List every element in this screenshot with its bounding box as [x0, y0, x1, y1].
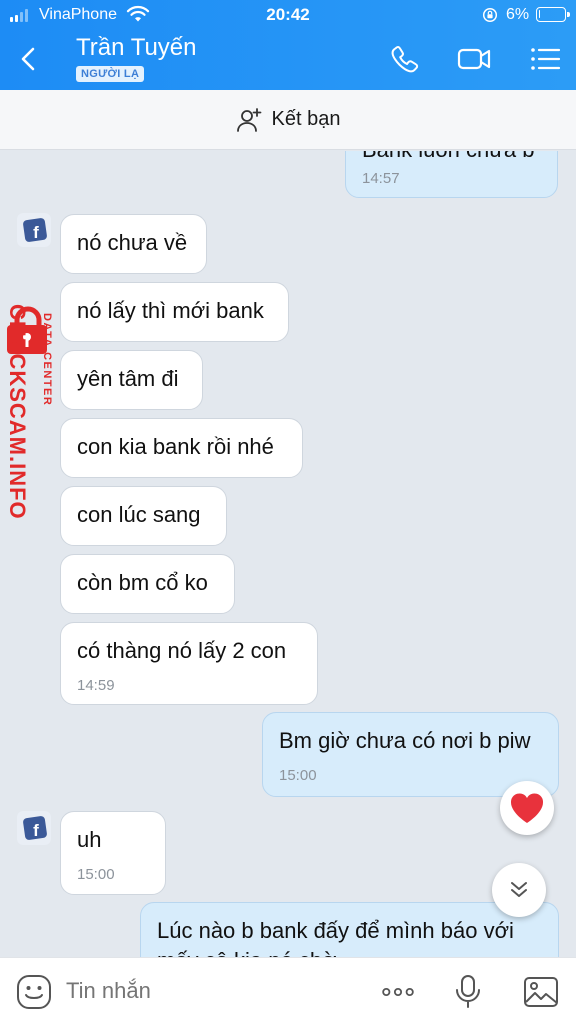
more-dots-icon[interactable] [380, 974, 416, 1010]
message-text: Lúc nào b bank đấy để mình báo với [157, 918, 514, 943]
add-friend-button[interactable]: Kết bạn [0, 90, 576, 150]
rotation-lock-icon [482, 7, 498, 23]
message-text-line-2: mấy cô kia nó chờ [157, 948, 337, 957]
message-time: 15:00 [77, 866, 115, 883]
phone-icon[interactable] [388, 42, 424, 76]
message-bubble-incoming[interactable]: nó chưa về [60, 214, 207, 274]
message-text: Bank luôn chưa b [362, 151, 535, 163]
stranger-badge: NGƯỜI LẠ [76, 66, 145, 82]
message-text: nó lấy thì mới bank [77, 298, 264, 323]
watermark-subtitle: DATA CENTER [41, 313, 53, 407]
watermark: CHECKSCAM.INFO DATA CENTER [2, 304, 62, 596]
image-icon[interactable] [523, 974, 559, 1010]
message-bubble-incoming[interactable]: nó lấy thì mới bank [60, 282, 289, 342]
svg-text:f: f [33, 223, 39, 242]
svg-text:f: f [33, 821, 39, 840]
message-text: yên tâm đi [77, 366, 179, 391]
heart-icon [510, 793, 544, 823]
contact-avatar[interactable]: f [17, 213, 51, 247]
message-bubble-incoming[interactable]: uh 15:00 [60, 811, 166, 895]
message-bubble-incoming[interactable]: còn bm cổ ko [60, 554, 235, 614]
message-bubble-incoming[interactable]: con kia bank rồi nhé [60, 418, 303, 478]
message-bubble-outgoing[interactable]: Lúc nào b bank đấy để mình báo với mấy c… [140, 902, 559, 957]
message-bubble-outgoing[interactable]: Bank luôn chưa b 14:57 [345, 151, 558, 198]
message-time: 14:57 [362, 170, 400, 187]
react-button[interactable] [500, 781, 554, 835]
chat-area[interactable]: Bank luôn chưa b 14:57 f nó chưa về nó l… [0, 151, 576, 957]
microphone-icon[interactable] [450, 974, 486, 1010]
message-text: còn bm cổ ko [77, 570, 208, 595]
message-text: nó chưa về [77, 230, 188, 255]
message-bubble-incoming[interactable]: có thàng nó lấy 2 con 14:59 [60, 622, 318, 705]
add-friend-label: Kết bạn [271, 108, 341, 130]
message-text: Bm giờ chưa có nơi b piw [279, 728, 531, 753]
message-bubble-incoming[interactable]: yên tâm đi [60, 350, 203, 410]
message-input-bar [0, 957, 576, 1024]
message-time: 15:00 [279, 767, 317, 784]
scroll-to-bottom-button[interactable] [492, 863, 546, 917]
message-text: con lúc sang [77, 502, 201, 527]
battery-icon [536, 7, 570, 22]
video-camera-icon[interactable] [456, 42, 492, 76]
message-time: 14:59 [77, 677, 115, 694]
back-arrow-icon[interactable] [14, 44, 44, 74]
watermark-brand: CHECKSCAM.INFO [5, 304, 30, 520]
chevron-double-down-icon [511, 882, 527, 897]
status-bar: VinaPhone 20:42 6% [0, 0, 576, 30]
list-menu-icon[interactable] [527, 42, 563, 76]
contact-name[interactable]: Trần Tuyến [76, 34, 197, 62]
message-text: uh [77, 827, 102, 852]
message-bubble-incoming[interactable]: con lúc sang [60, 486, 227, 546]
message-input[interactable] [66, 978, 366, 1004]
emoji-icon[interactable] [16, 974, 52, 1010]
add-user-icon [236, 107, 261, 132]
top-bar: VinaPhone 20:42 6% Trần Tuyến NGƯỜI LẠ [0, 0, 576, 90]
message-text: con kia bank rồi nhé [77, 434, 274, 459]
contact-avatar[interactable]: f [17, 811, 51, 845]
message-text: có thàng nó lấy 2 con [77, 638, 287, 663]
battery-percent: 6% [506, 6, 530, 23]
